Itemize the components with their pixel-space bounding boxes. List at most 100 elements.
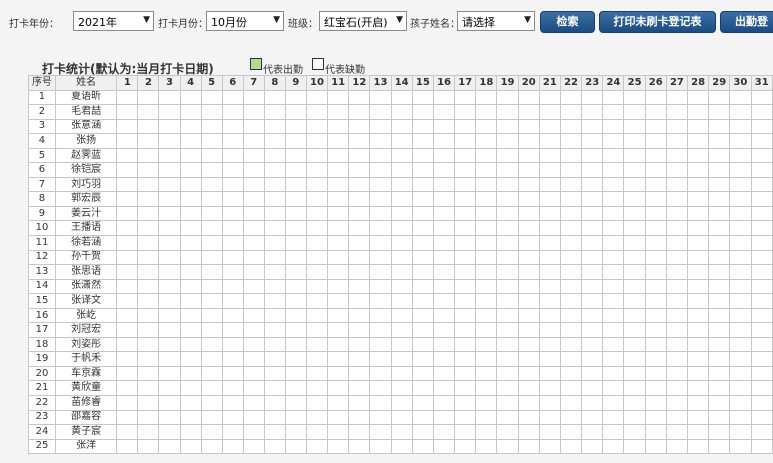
day-cell xyxy=(263,191,286,207)
day-cell xyxy=(116,249,139,266)
day-cell xyxy=(200,191,223,207)
day-cell xyxy=(305,307,329,324)
column-header-day: 28 xyxy=(686,75,710,91)
day-cell xyxy=(623,89,646,106)
day-cell xyxy=(158,220,181,237)
day-cell xyxy=(623,365,646,382)
day-cell xyxy=(496,220,519,237)
column-header-day: 7 xyxy=(242,75,265,91)
day-cell xyxy=(263,176,286,193)
day-cell xyxy=(665,322,689,338)
day-cell xyxy=(284,162,307,178)
day-cell xyxy=(263,438,286,455)
day-cell xyxy=(475,118,498,135)
year-select[interactable]: 2021年 ▼ xyxy=(73,11,154,31)
row-seq: 21 xyxy=(28,380,56,397)
day-cell xyxy=(729,118,752,135)
day-cell xyxy=(158,395,181,411)
day-cell xyxy=(411,365,434,382)
day-cell xyxy=(411,438,434,455)
day-cell xyxy=(708,104,731,120)
day-cell xyxy=(708,118,731,135)
day-cell xyxy=(475,395,498,411)
day-cell xyxy=(454,205,477,222)
day-cell xyxy=(602,89,625,106)
day-cell xyxy=(708,395,731,411)
day-cell xyxy=(348,278,371,295)
row-seq: 2 xyxy=(28,104,56,120)
day-cell xyxy=(221,220,244,237)
day-cell xyxy=(263,409,286,426)
row-seq: 9 xyxy=(28,205,56,222)
day-cell xyxy=(602,118,625,135)
day-cell xyxy=(432,380,456,397)
day-cell xyxy=(581,351,604,367)
day-cell xyxy=(263,307,286,324)
day-cell xyxy=(581,191,604,207)
day-cell xyxy=(116,176,139,193)
month-select[interactable]: 10月份 ▼ xyxy=(206,11,284,31)
day-cell xyxy=(750,118,773,135)
table-row: 9 姜云汁 xyxy=(28,205,773,222)
day-cell xyxy=(137,351,160,367)
table-row: 15 张译文 xyxy=(28,293,773,309)
day-cell xyxy=(475,307,498,324)
day-cell xyxy=(390,438,413,455)
day-cell xyxy=(305,438,329,455)
row-name: 车京霖 xyxy=(54,365,118,382)
row-name: 孙千贺 xyxy=(54,249,118,266)
day-cell xyxy=(538,162,561,178)
day-cell xyxy=(221,409,244,426)
day-cell xyxy=(623,118,646,135)
day-cell xyxy=(708,293,731,309)
column-header-day: 19 xyxy=(496,75,519,91)
day-cell xyxy=(137,162,160,178)
day-cell xyxy=(750,133,773,149)
row-seq: 19 xyxy=(28,351,56,367)
print-button[interactable]: 打印未刷卡登记表 xyxy=(599,11,716,33)
day-cell xyxy=(686,336,710,353)
class-select[interactable]: 红宝石(开启) ▼ xyxy=(319,11,407,31)
day-cell xyxy=(284,365,307,382)
day-cell xyxy=(263,264,286,280)
row-seq: 18 xyxy=(28,336,56,353)
day-cell xyxy=(327,133,350,149)
day-cell xyxy=(221,147,244,164)
day-cell xyxy=(369,336,392,353)
day-cell xyxy=(179,264,202,280)
day-cell xyxy=(221,380,244,397)
day-cell xyxy=(559,380,583,397)
day-cell xyxy=(517,89,540,106)
day-cell xyxy=(665,409,689,426)
child-select[interactable]: 请选择 ▼ xyxy=(457,11,535,31)
day-cell xyxy=(559,249,583,266)
row-seq: 12 xyxy=(28,249,56,266)
day-cell xyxy=(390,293,413,309)
day-cell xyxy=(454,220,477,237)
day-cell xyxy=(158,162,181,178)
day-cell xyxy=(454,191,477,207)
row-seq: 24 xyxy=(28,424,56,440)
day-cell xyxy=(475,176,498,193)
day-cell xyxy=(221,162,244,178)
day-cell xyxy=(327,89,350,106)
column-header-day: 10 xyxy=(305,75,329,91)
day-cell xyxy=(411,118,434,135)
day-cell xyxy=(284,235,307,251)
day-cell xyxy=(263,336,286,353)
day-cell xyxy=(454,133,477,149)
day-cell xyxy=(559,162,583,178)
day-cell xyxy=(179,409,202,426)
day-cell xyxy=(475,133,498,149)
day-cell xyxy=(348,293,371,309)
day-cell xyxy=(623,395,646,411)
attendance-button[interactable]: 出勤登 xyxy=(720,11,773,33)
column-header-day: 22 xyxy=(559,75,583,91)
table-row: 11 徐若涵 xyxy=(28,235,773,251)
search-button[interactable]: 检索 xyxy=(540,11,595,33)
day-cell xyxy=(179,395,202,411)
day-cell xyxy=(644,409,667,426)
day-cell xyxy=(158,424,181,440)
column-header-day: 1 xyxy=(116,75,139,91)
column-header-day: 30 xyxy=(729,75,752,91)
